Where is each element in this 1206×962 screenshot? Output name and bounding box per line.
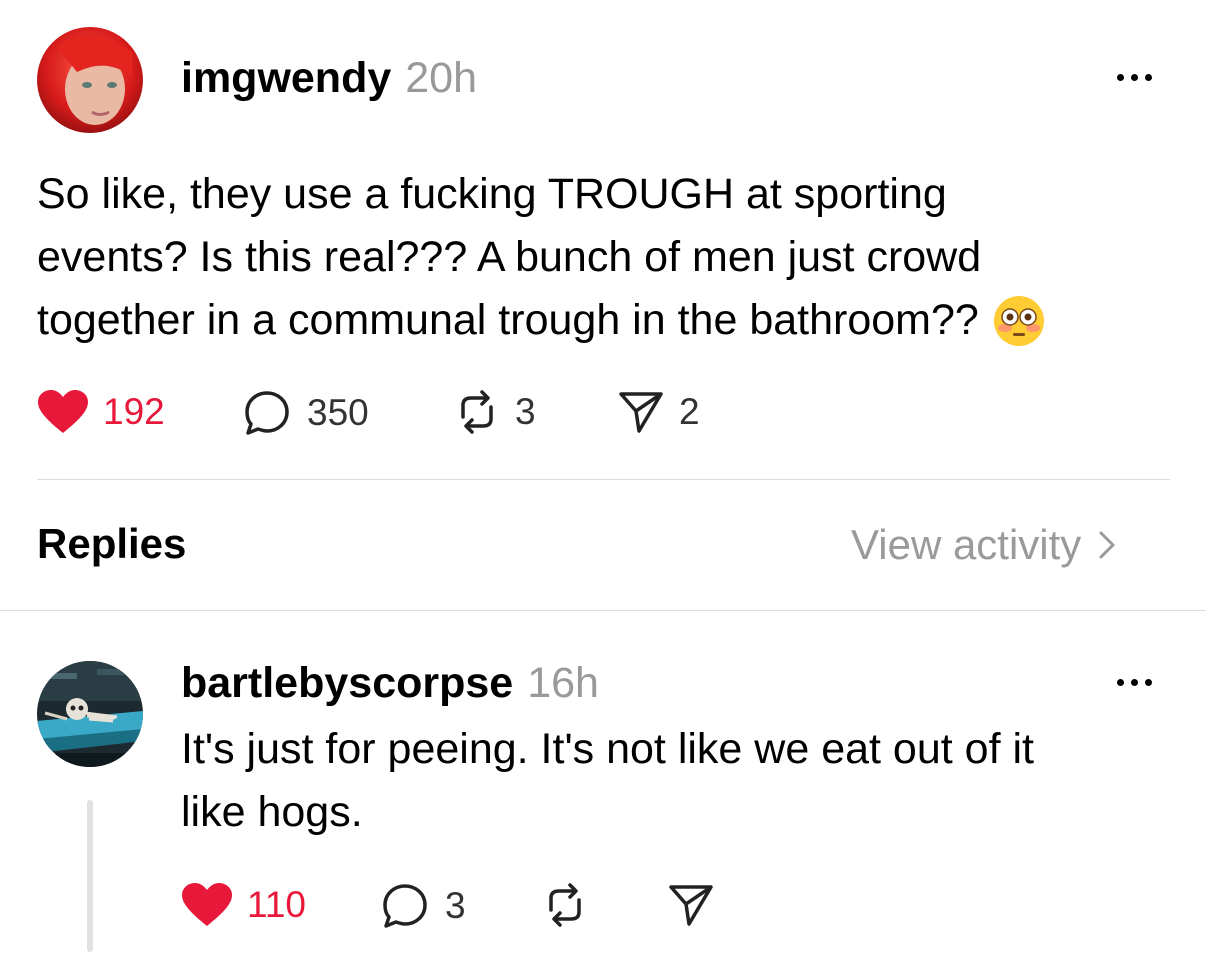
post-username[interactable]: imgwendy [181,54,391,103]
more-dot-icon [1117,74,1124,81]
reply-body: It's just for peeing. It's not like we e… [181,718,1181,844]
post-like-count: 192 [103,391,165,432]
post-repost-button[interactable]: 3 [453,389,536,435]
flushed-face-emoji-icon [993,295,1045,347]
post-text-line: together in a communal trough in the bat… [37,289,1177,352]
reply-comment-count: 3 [445,885,466,926]
reply-author-avatar[interactable] [37,661,143,767]
thread-line [87,800,93,952]
post-share-button[interactable]: 2 [617,389,700,435]
view-activity-link[interactable]: View activity [851,521,1117,569]
heart-filled-icon [38,390,88,433]
post-body: So like, they use a fucking TROUGH at sp… [37,163,1177,352]
more-dot-icon [1131,679,1138,686]
post-comment-button[interactable]: 350 [243,389,369,437]
reply-username[interactable]: bartlebyscorpse [181,659,513,708]
post-divider [37,479,1170,480]
more-dot-icon [1131,74,1138,81]
reply-text-line: It's just for peeing. It's not like we e… [181,725,1034,773]
reply-share-button[interactable] [667,882,715,928]
reply-comment-button[interactable]: 3 [381,882,466,930]
post-timestamp: 20h [405,54,478,102]
reply-like-button[interactable]: 110 [181,882,306,928]
more-dot-icon [1145,74,1152,81]
post-more-options-button[interactable] [1117,74,1152,81]
comment-bubble-icon [245,391,289,435]
chevron-right-icon [1099,531,1115,559]
comment-bubble-icon [383,884,427,928]
replies-divider [0,610,1206,611]
reply-timestamp: 16h [527,659,599,707]
more-dot-icon [1117,679,1124,686]
post-text-line: events? Is this real??? A bunch of men j… [37,233,982,281]
reply-more-options-button[interactable] [1117,679,1152,686]
send-icon [669,885,713,926]
more-dot-icon [1145,679,1152,686]
view-activity-label: View activity [851,521,1082,568]
post-repost-count: 3 [515,391,536,432]
reply-like-count: 110 [247,884,306,925]
reply-repost-button[interactable] [541,882,589,928]
post-share-count: 2 [679,391,700,432]
post-like-button[interactable]: 192 [37,389,165,435]
heart-filled-icon [182,883,232,926]
replies-heading: Replies [37,520,187,567]
repost-icon [549,883,581,927]
send-icon [619,392,663,433]
repost-icon [461,390,493,434]
post-text-line: So like, they use a fucking TROUGH at sp… [37,170,947,218]
reply-text-line: like hogs. [181,788,363,836]
post-comment-count: 350 [307,392,369,433]
post-author-avatar[interactable] [37,27,143,133]
